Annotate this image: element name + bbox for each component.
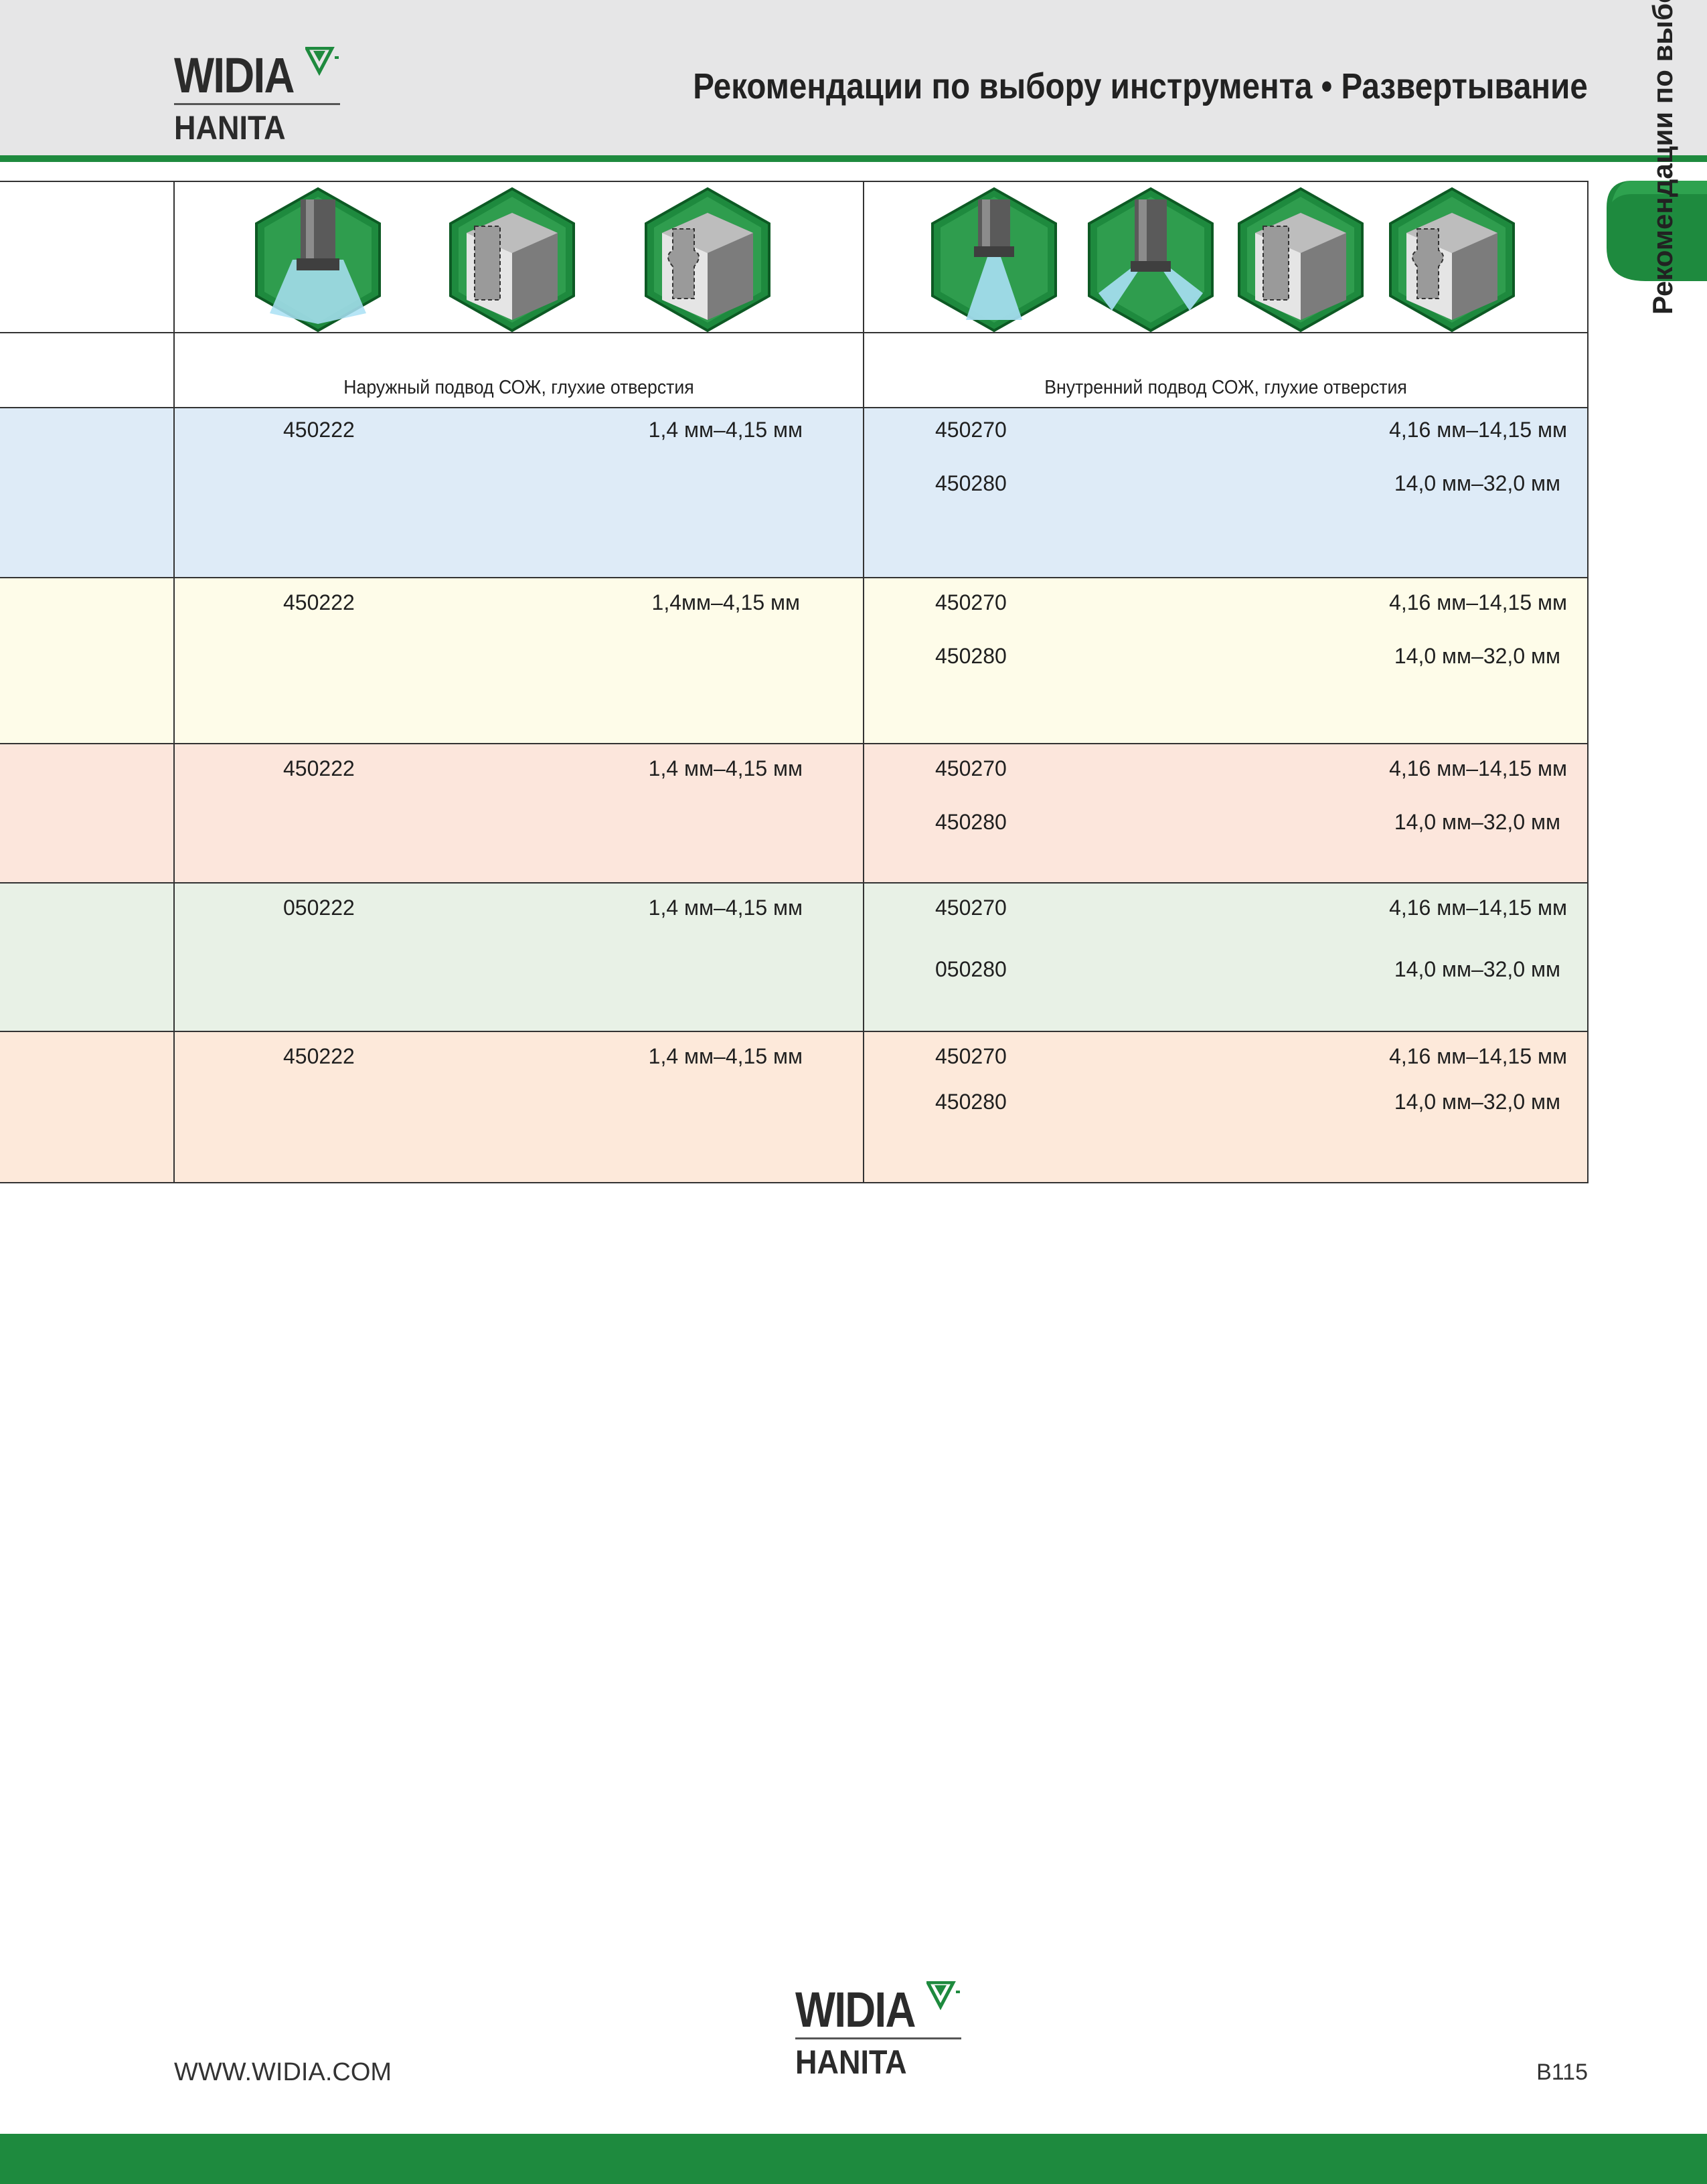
page-number: B115 — [1536, 2060, 1588, 2085]
icon-row-label-cell — [0, 181, 175, 333]
table-row: 450222 1,4 мм–4,15 мм 450270 4,16 мм–14,… — [0, 1031, 1589, 1183]
right-code-2: 450280 — [935, 1090, 1007, 1114]
right-data-cell: 450270 4,16 мм–14,15 мм 050280 14,0 мм–3… — [863, 882, 1589, 1032]
page-header: WIDIA HANITA Рекомендации по выбору инст… — [0, 0, 1707, 155]
right-code-2: 450280 — [935, 471, 1007, 495]
left-range: 1,4 мм–4,15 мм — [648, 1044, 803, 1068]
right-code-2: 050280 — [935, 957, 1007, 981]
caption-label-cell — [0, 332, 175, 408]
right-range-1: 4,16 мм–14,15 мм — [1389, 590, 1567, 614]
right-range-1: 4,16 мм–14,15 мм — [1389, 418, 1567, 442]
right-code-1: 450270 — [935, 756, 1007, 780]
table-row: 450222 1,4мм–4,15 мм 450270 4,16 мм–14,1… — [0, 577, 1589, 744]
right-range-2: 14,0 мм–32,0 мм — [1394, 810, 1560, 834]
stepped-blind-hole-icon — [645, 187, 770, 333]
icon-row — [0, 181, 1589, 333]
table-row: 050222 1,4 мм–4,15 мм 450270 4,16 мм–14,… — [0, 882, 1589, 1032]
reamer-selection-table: Наружный подвод СОЖ, глухие отверстия Вн… — [0, 181, 1589, 1183]
right-range-2: 14,0 мм–32,0 мм — [1394, 957, 1560, 981]
left-caption-cell: Наружный подвод СОЖ, глухие отверстия — [173, 332, 864, 408]
header-logo: WIDIA HANITA — [174, 47, 348, 147]
right-data-cell: 450270 4,16 мм–14,15 мм 450280 14,0 мм–3… — [863, 407, 1589, 578]
left-data-cell: 450222 1,4 мм–4,15 мм — [173, 1031, 864, 1183]
row-label-cell — [0, 743, 175, 884]
right-data-cell: 450270 4,16 мм–14,15 мм 450280 14,0 мм–3… — [863, 1031, 1589, 1183]
internal-coolant-icons-cell — [863, 181, 1589, 333]
table-row: 450222 1,4 мм–4,15 мм 450270 4,16 мм–14,… — [0, 407, 1589, 578]
table-row: 450222 1,4 мм–4,15 мм 450270 4,16 мм–14,… — [0, 743, 1589, 884]
left-data-cell: 450222 1,4 мм–4,15 мм — [173, 407, 864, 578]
external-coolant-caption: Наружный подвод СОЖ, глухие отверстия — [343, 377, 694, 398]
right-data-cell: 450270 4,16 мм–14,15 мм 450280 14,0 мм–3… — [863, 577, 1589, 744]
footer-bar — [0, 2134, 1707, 2184]
right-code-2: 450280 — [935, 810, 1007, 834]
caption-row: Наружный подвод СОЖ, глухие отверстия Вн… — [0, 332, 1589, 408]
footer-website-link[interactable]: WWW.WIDIA.COM — [174, 2058, 392, 2087]
left-range: 1,4 мм–4,15 мм — [648, 756, 803, 780]
row-label-cell — [0, 1031, 175, 1183]
left-code: 450222 — [283, 1044, 355, 1068]
left-range: 1,4 мм–4,15 мм — [648, 896, 803, 920]
right-range-2: 14,0 мм–32,0 мм — [1394, 644, 1560, 668]
right-range-1: 4,16 мм–14,15 мм — [1389, 896, 1567, 920]
left-code: 450222 — [283, 418, 355, 442]
blind-hole-icon — [1238, 187, 1364, 333]
external-coolant-reamer-icon — [255, 187, 381, 333]
left-data-cell: 450222 1,4мм–4,15 мм — [173, 577, 864, 744]
footer-logo: WIDIA HANITA — [795, 1981, 969, 2081]
right-range-2: 14,0 мм–32,0 мм — [1394, 471, 1560, 495]
right-range-2: 14,0 мм–32,0 мм — [1394, 1090, 1560, 1114]
logo-divider — [174, 103, 340, 105]
header-divider — [0, 155, 1707, 162]
left-code: 450222 — [283, 756, 355, 780]
left-data-cell: 450222 1,4 мм–4,15 мм — [173, 743, 864, 884]
row-label-cell — [0, 407, 175, 578]
logo-divider — [795, 2037, 961, 2039]
internal-coolant-reamer-icon — [931, 187, 1057, 333]
right-code-1: 450270 — [935, 590, 1007, 614]
external-coolant-icons-cell — [173, 181, 864, 333]
left-range: 1,4 мм–4,15 мм — [648, 418, 803, 442]
logo-triangle-icon — [926, 1981, 960, 2011]
left-range: 1,4мм–4,15 мм — [651, 590, 800, 614]
right-code-1: 450270 — [935, 418, 1007, 442]
internal-coolant-caption: Внутренний подвод СОЖ, глухие отверстия — [1044, 377, 1407, 398]
logo-hanita-text: HANITA — [174, 109, 286, 147]
row-label-cell — [0, 882, 175, 1032]
right-code-2: 450280 — [935, 644, 1007, 668]
left-code: 450222 — [283, 590, 355, 614]
right-caption-cell: Внутренний подвод СОЖ, глухие отверстия — [863, 332, 1589, 408]
logo-widia-text: WIDIA — [795, 1982, 916, 2037]
logo-hanita-text: HANITA — [795, 2043, 907, 2081]
logo-triangle-icon — [305, 47, 339, 76]
left-data-cell: 050222 1,4 мм–4,15 мм — [173, 882, 864, 1032]
page-title: Рекомендации по выбору инструмента • Раз… — [693, 66, 1588, 106]
right-code-1: 450270 — [935, 1044, 1007, 1068]
right-code-1: 450270 — [935, 896, 1007, 920]
right-range-1: 4,16 мм–14,15 мм — [1389, 1044, 1567, 1068]
stepped-blind-hole-icon — [1389, 187, 1515, 333]
blind-hole-icon — [449, 187, 575, 333]
row-label-cell — [0, 577, 175, 744]
internal-coolant-side-jets-icon — [1088, 187, 1214, 333]
right-data-cell: 450270 4,16 мм–14,15 мм 450280 14,0 мм–3… — [863, 743, 1589, 884]
left-code: 050222 — [283, 896, 355, 920]
right-range-1: 4,16 мм–14,15 мм — [1389, 756, 1567, 780]
logo-widia-text: WIDIA — [174, 48, 295, 103]
